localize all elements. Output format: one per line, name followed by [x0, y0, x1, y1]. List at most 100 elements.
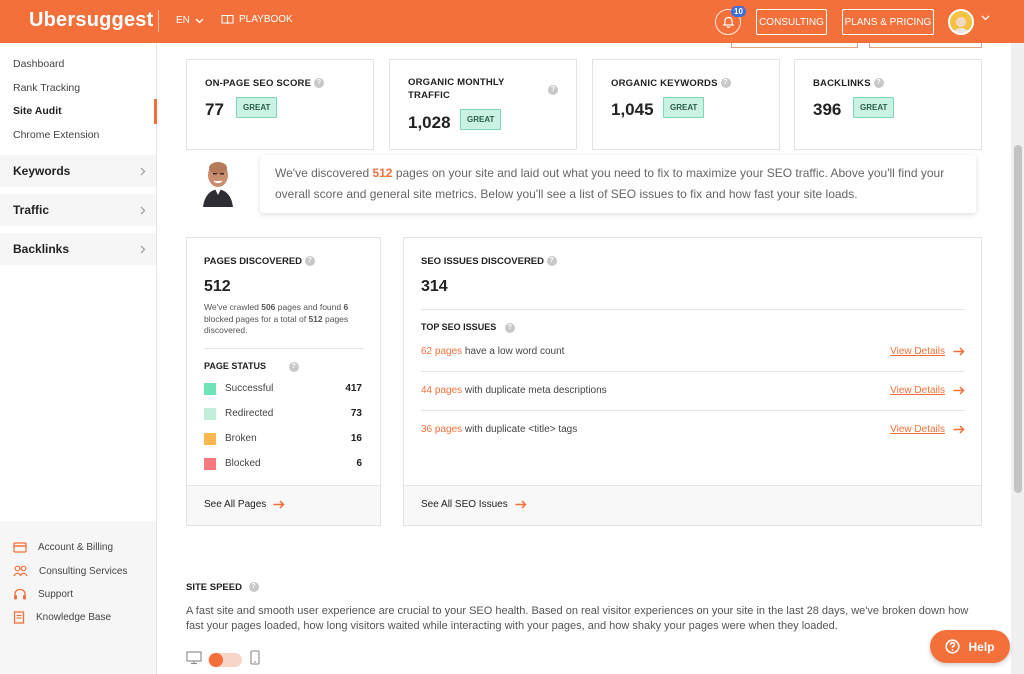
document-icon — [13, 611, 25, 624]
status-label: Successful — [225, 383, 274, 394]
toggle-knob — [209, 653, 223, 667]
playbook-label: PLAYBOOK — [239, 14, 293, 25]
status-label: Blocked — [225, 458, 261, 469]
sidebar: Dashboard Rank Tracking Site Audit Chrom… — [0, 43, 157, 674]
sidebar-item-chrome-extension[interactable]: Chrome Extension — [13, 129, 99, 141]
sidebar-group-label: Keywords — [13, 164, 71, 178]
arrow-right-icon — [953, 425, 965, 434]
sidebar-account-billing[interactable]: Account & Billing — [13, 542, 113, 553]
status-swatch — [204, 383, 216, 395]
seo-issues-title: SEO ISSUES DISCOVERED ? — [421, 256, 557, 267]
view-details-link[interactable]: View Details — [890, 424, 965, 435]
sidebar-footer-label: Support — [38, 589, 74, 600]
partial-button-top[interactable] — [731, 43, 858, 48]
pages-discovered-title: PAGES DISCOVERED ? — [204, 256, 315, 267]
sidebar-group-label: Backlinks — [13, 242, 70, 256]
desktop-icon[interactable] — [186, 651, 202, 665]
help-icon[interactable]: ? — [720, 78, 731, 89]
issue-row: 44 pages with duplicate meta description… — [421, 385, 965, 396]
issue-page-count[interactable]: 44 pages — [421, 385, 462, 396]
great-badge: GREAT — [236, 97, 278, 118]
pages-discovered-description: We've crawled 506 pages and found 6 bloc… — [204, 302, 364, 337]
help-icon[interactable]: ? — [504, 322, 515, 333]
sidebar-item-site-audit[interactable]: Site Audit — [13, 105, 62, 117]
book-icon — [221, 14, 234, 25]
divider — [421, 410, 965, 411]
partial-button-top[interactable] — [869, 43, 982, 48]
great-badge: GREAT — [663, 97, 705, 118]
seo-issues-value: 314 — [421, 278, 448, 295]
consulting-button[interactable]: CONSULTING — [756, 9, 827, 35]
desc-text: blocked pages for a total of — [204, 313, 309, 324]
device-toggle[interactable] — [208, 653, 242, 667]
notifications-button[interactable]: 10 — [715, 6, 746, 35]
metric-card-backlinks: BACKLINKS ? 396 GREAT — [794, 59, 982, 150]
arrow-right-icon — [953, 386, 965, 395]
pages-discovered-value: 512 — [204, 278, 231, 295]
sidebar-group-keywords[interactable]: Keywords — [0, 155, 156, 187]
chevron-right-icon — [140, 245, 146, 253]
issue-page-count[interactable]: 36 pages — [421, 424, 462, 435]
help-icon[interactable]: ? — [546, 256, 557, 267]
status-count: 16 — [350, 433, 362, 444]
section-title-text: PAGE STATUS — [204, 361, 267, 371]
help-icon[interactable]: ? — [248, 582, 259, 593]
view-details-link[interactable]: View Details — [890, 385, 965, 396]
metric-title: ORGANIC MONTHLY TRAFFIC — [408, 77, 505, 101]
question-circle-icon — [945, 639, 961, 654]
view-details-link[interactable]: View Details — [890, 346, 965, 357]
chevron-down-icon — [195, 18, 204, 23]
sidebar-group-traffic[interactable]: Traffic — [0, 194, 156, 226]
sidebar-support[interactable]: Support — [13, 588, 73, 601]
chevron-right-icon — [140, 206, 146, 214]
user-avatar[interactable] — [948, 9, 974, 35]
sidebar-footer-label: Consulting Services — [39, 565, 128, 577]
sidebar-consulting-services[interactable]: Consulting Services — [13, 565, 127, 577]
neil-avatar — [200, 159, 236, 207]
arrow-right-icon — [953, 347, 965, 356]
status-label: Redirected — [225, 408, 274, 419]
issue-page-count[interactable]: 62 pages — [421, 346, 462, 357]
scrollbar-thumb[interactable] — [1014, 145, 1022, 493]
user-icon — [952, 17, 970, 33]
section-title-text: SITE SPEED — [186, 582, 242, 593]
crawled-count: 506 — [261, 302, 276, 312]
language-selector[interactable]: EN — [176, 15, 204, 26]
sidebar-footer-label: Knowledge Base — [36, 612, 112, 623]
help-icon[interactable]: ? — [873, 78, 884, 89]
metric-title: ON-PAGE SEO SCORE ? — [205, 77, 324, 90]
issue-text: with duplicate meta descriptions — [462, 385, 607, 396]
help-icon[interactable]: ? — [288, 361, 299, 372]
section-title-text: PAGES DISCOVERED — [204, 256, 303, 267]
desc-text: pages and found — [275, 302, 344, 312]
headset-icon — [14, 588, 26, 600]
chevron-down-icon[interactable] — [981, 15, 990, 21]
sidebar-item-dashboard[interactable]: Dashboard — [13, 58, 64, 70]
status-label: Broken — [225, 433, 257, 444]
intro-text: We've discovered — [275, 166, 373, 180]
status-swatch — [204, 458, 216, 470]
divider — [421, 371, 965, 372]
plans-pricing-button[interactable]: PLANS & PRICING — [842, 9, 934, 35]
help-icon[interactable]: ? — [548, 85, 558, 95]
sidebar-footer-label: Account & Billing — [38, 542, 114, 553]
help-button[interactable]: Help — [930, 630, 1010, 663]
metric-value: 77 — [205, 100, 224, 119]
sidebar-group-backlinks[interactable]: Backlinks — [0, 233, 156, 265]
playbook-link[interactable]: PLAYBOOK — [221, 14, 293, 25]
see-all-pages-link[interactable]: See All Pages — [204, 499, 285, 510]
help-icon[interactable]: ? — [304, 256, 315, 267]
total-count: 512 — [308, 313, 323, 324]
metric-value: 396 — [813, 100, 842, 119]
metric-value: 1,045 — [611, 100, 654, 119]
link-label: View Details — [890, 346, 945, 357]
ubersuggest-logo[interactable]: Ubersuggest — [29, 9, 153, 32]
active-indicator — [154, 99, 157, 124]
section-title-text: SEO ISSUES DISCOVERED — [421, 256, 545, 267]
sidebar-knowledge-base[interactable]: Knowledge Base — [13, 611, 111, 624]
sidebar-footer: Account & Billing Consulting Services Su… — [0, 521, 156, 674]
help-icon[interactable]: ? — [314, 78, 324, 89]
see-all-seo-issues-link[interactable]: See All SEO Issues — [421, 499, 527, 510]
sidebar-item-rank-tracking[interactable]: Rank Tracking — [13, 82, 80, 94]
mobile-icon[interactable] — [250, 650, 260, 665]
